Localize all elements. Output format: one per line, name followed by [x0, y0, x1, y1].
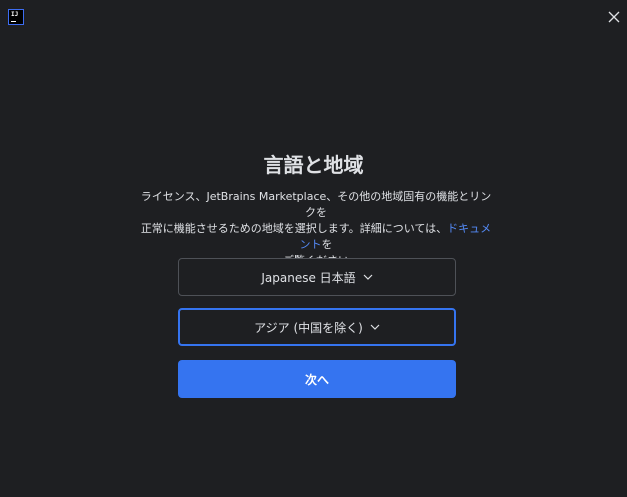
region-select-value: アジア (中国を除く): [254, 320, 363, 335]
welcome-window: IJ 言語と地域 ライセンス、JetBrains Marketplace、その他…: [0, 0, 627, 497]
region-select[interactable]: アジア (中国を除く): [178, 308, 456, 346]
chevron-down-icon: [370, 324, 380, 330]
intellij-logo-icon: IJ: [8, 9, 24, 25]
page-title: 言語と地域: [263, 153, 364, 177]
description-line-1: ライセンス、JetBrains Marketplace、その他の地域固有の機能と…: [140, 190, 492, 219]
next-button[interactable]: 次へ: [178, 360, 456, 398]
description-line-2-suffix: を: [321, 238, 333, 251]
description-text: ライセンス、JetBrains Marketplace、その他の地域固有の機能と…: [138, 189, 494, 269]
description-line-2: 正常に機能させるための地域を選択します。詳細については、ドキュメントを: [138, 221, 494, 253]
close-button[interactable]: [603, 6, 625, 28]
logo-text: IJ: [11, 11, 19, 18]
language-select[interactable]: Japanese 日本語: [178, 258, 456, 296]
language-select-value: Japanese 日本語: [261, 270, 356, 285]
chevron-down-icon: [363, 274, 373, 280]
close-icon: [608, 11, 620, 23]
description-line-2-prefix: 正常に機能させるための地域を選択します。詳細については、: [140, 222, 448, 235]
